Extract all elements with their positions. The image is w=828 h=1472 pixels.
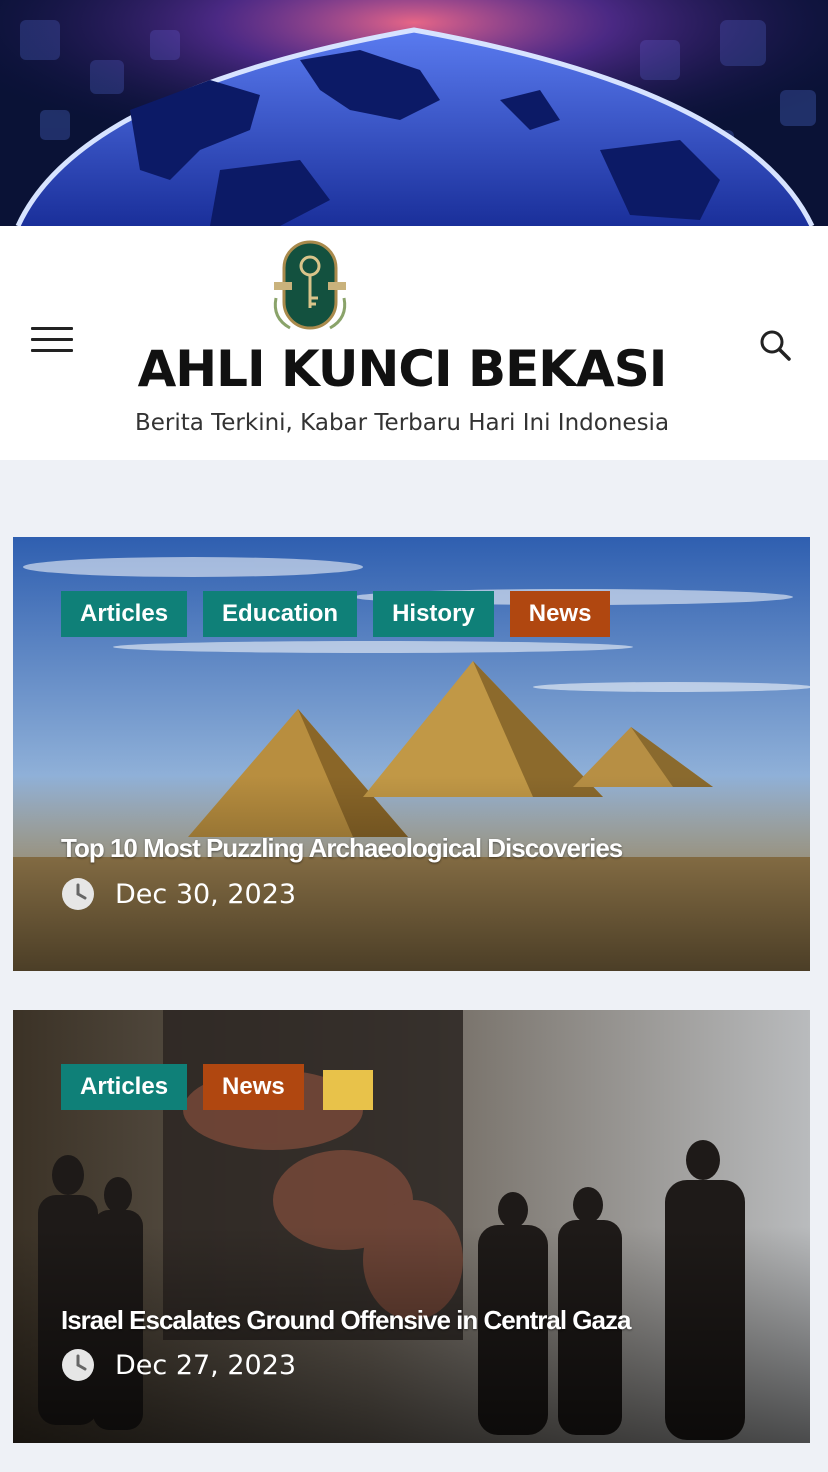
- post-date-text: Dec 30, 2023: [115, 878, 297, 910]
- post-date: Dec 30, 2023: [61, 877, 296, 911]
- category-tag[interactable]: Articles: [61, 591, 188, 637]
- category-tag[interactable]: Education: [203, 591, 358, 637]
- post-card[interactable]: Articles News Israel Escalates Ground Of…: [13, 1010, 810, 1443]
- post-card[interactable]: Articles Education History News Top 10 M…: [13, 537, 810, 971]
- post-date-text: Dec 27, 2023: [115, 1349, 297, 1381]
- post-categories: Articles News: [61, 1064, 304, 1110]
- post-categories: Articles Education History News: [61, 591, 611, 637]
- header-banner: [0, 0, 828, 226]
- site-tagline: Berita Terkini, Kabar Terbaru Hari Ini I…: [134, 410, 670, 436]
- category-tag[interactable]: News: [203, 1064, 304, 1110]
- clock-icon: [62, 878, 94, 910]
- globe-banner-image: [0, 0, 828, 226]
- category-tag[interactable]: Articles: [61, 1064, 188, 1110]
- category-tag[interactable]: History: [373, 591, 494, 637]
- clock-icon: [62, 1349, 94, 1381]
- post-title[interactable]: Top 10 Most Puzzling Archaeological Disc…: [61, 833, 781, 864]
- site-logo[interactable]: [268, 238, 352, 334]
- category-tag[interactable]: News: [509, 591, 611, 637]
- site-title[interactable]: AHLI KUNCI BEKASI: [0, 340, 804, 398]
- post-date: Dec 27, 2023: [61, 1348, 296, 1382]
- post-title[interactable]: Israel Escalates Ground Offensive in Cen…: [61, 1305, 781, 1336]
